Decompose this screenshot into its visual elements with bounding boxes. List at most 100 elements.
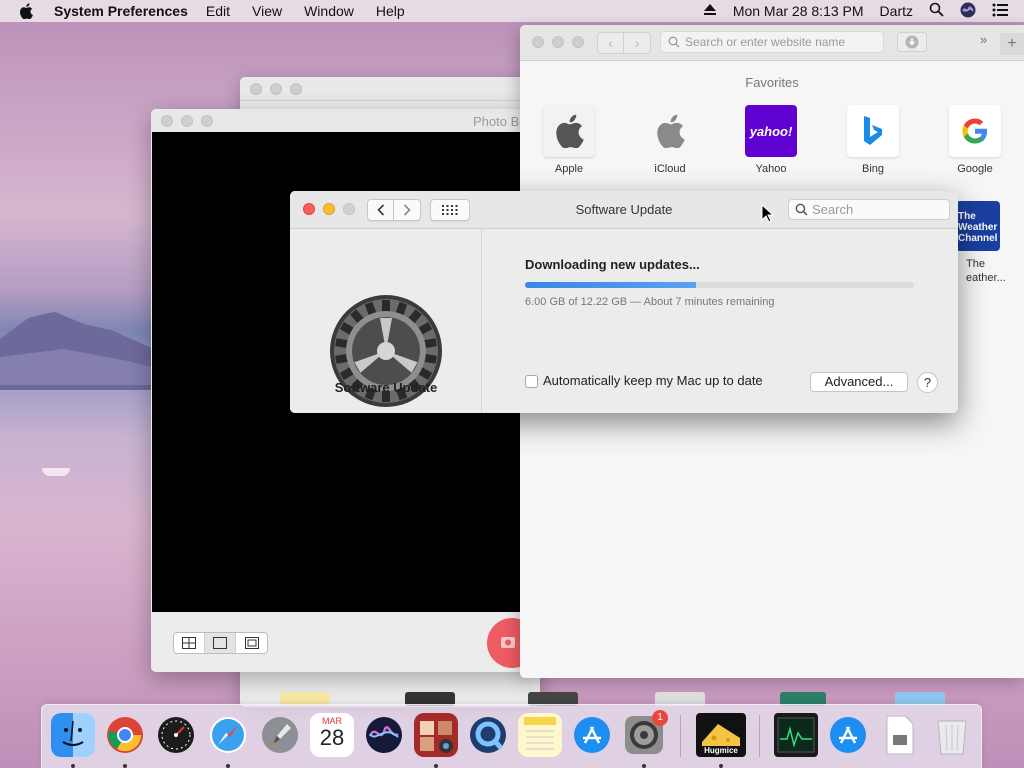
siri-icon[interactable] [960, 2, 976, 21]
download-progress-fill [525, 282, 697, 288]
overflow-chevron-icon[interactable]: » [980, 32, 987, 47]
calendar-day: 28 [319, 725, 345, 750]
yahoo-logo: yahoo! [745, 105, 797, 157]
grid-view-icon[interactable] [174, 633, 205, 653]
favorite-yahoo[interactable]: yahoo! Yahoo [735, 105, 807, 175]
chrome-icon[interactable] [103, 713, 147, 757]
auto-update-label[interactable]: Automatically keep my Mac up to date [543, 373, 763, 388]
auto-update-checkbox[interactable] [525, 375, 538, 388]
new-tab-button[interactable]: + [1000, 33, 1024, 55]
single-view-icon[interactable] [205, 633, 236, 653]
safari-icon[interactable] [206, 713, 250, 757]
address-bar[interactable]: Search or enter website name [660, 31, 884, 53]
quicktime-icon[interactable] [466, 713, 510, 757]
menu-bar: System Preferences Edit View Window Help… [0, 0, 1024, 22]
app-store-icon[interactable] [570, 713, 614, 757]
running-indicator [642, 764, 646, 768]
photo-booth-traffic-lights[interactable] [161, 115, 213, 127]
safari-toolbar: ‹ › Search or enter website name » + [520, 25, 1024, 61]
progress-detail: 6.00 GB of 12.22 GB — About 7 minutes re… [525, 296, 775, 308]
apple-icon [543, 105, 595, 157]
trash-icon[interactable] [930, 713, 974, 757]
activity-monitor-icon[interactable] [774, 713, 818, 757]
search-icon [668, 36, 680, 48]
favorite-label-line: The [966, 258, 985, 270]
search-field[interactable]: Search [788, 199, 950, 220]
running-indicator [434, 764, 438, 768]
safari-traffic-lights[interactable] [532, 36, 584, 48]
app-store-download-icon[interactable] [826, 713, 870, 757]
mouse-cursor-icon [761, 204, 775, 223]
bing-icon [847, 105, 899, 157]
advanced-button[interactable]: Advanced... [810, 372, 908, 392]
back-button[interactable]: ‹ [598, 33, 624, 53]
finder-icon[interactable] [51, 713, 95, 757]
software-update-window[interactable]: Software Update Search Software Update D… [290, 191, 958, 413]
hugmice-label: Hugmice [704, 746, 738, 755]
download-progress-bar [525, 282, 914, 288]
control-center-icon[interactable] [992, 3, 1008, 20]
favorite-label: Apple [554, 163, 584, 175]
forward-button[interactable]: › [624, 33, 650, 53]
notification-badge: 1 [652, 710, 668, 726]
menu-view[interactable]: View [252, 3, 282, 19]
running-indicator [71, 764, 75, 768]
photo-booth-titlebar[interactable]: Photo B [151, 109, 531, 132]
menu-window[interactable]: Window [304, 3, 354, 19]
favorite-weather-channel[interactable]: The Weather Channel The eather... [956, 201, 1016, 285]
menu-help[interactable]: Help [376, 3, 405, 19]
eject-icon[interactable] [703, 3, 717, 19]
menu-edit[interactable]: Edit [206, 3, 230, 19]
weather-channel-logo: The Weather Channel [956, 201, 1000, 251]
running-indicator [719, 764, 723, 768]
google-icon [949, 105, 1001, 157]
calendar-icon[interactable]: MAR 28 [310, 713, 354, 757]
view-mode-selector[interactable] [173, 632, 268, 654]
favorites-heading: Favorites [745, 75, 799, 90]
pane-label: Software Update [334, 380, 438, 395]
favorite-label: iCloud [654, 163, 686, 175]
downloads-button[interactable] [897, 32, 927, 52]
search-placeholder: Search [812, 202, 854, 217]
address-placeholder: Search or enter website name [685, 35, 846, 49]
running-indicator [226, 764, 230, 768]
download-icon [905, 35, 919, 49]
apple-icon [644, 105, 696, 157]
notes-icon[interactable] [518, 713, 562, 757]
search-icon [795, 203, 808, 216]
launchpad-icon[interactable] [258, 713, 302, 757]
dashboard-icon[interactable] [154, 713, 198, 757]
document-icon[interactable] [878, 713, 922, 757]
background-window-traffic-lights [250, 83, 302, 95]
dock-separator [759, 715, 760, 757]
photo-booth-title: Photo B [473, 114, 520, 129]
spotlight-icon[interactable] [929, 2, 944, 20]
apple-menu-icon[interactable] [19, 3, 39, 19]
background-window-titlebar[interactable] [240, 77, 540, 101]
favorite-label: Bing [861, 163, 885, 175]
safari-nav-buttons: ‹ › [597, 32, 651, 54]
favorite-label: Google [957, 163, 993, 175]
favorite-bing[interactable]: Bing [837, 105, 909, 175]
favorite-label: Yahoo [755, 163, 787, 175]
favorite-google[interactable]: Google [939, 105, 1011, 175]
menu-user[interactable]: Dartz [880, 3, 913, 19]
menu-clock[interactable]: Mon Mar 28 8:13 PM [733, 3, 864, 19]
software-update-sidebar: Software Update [290, 229, 482, 413]
help-button[interactable]: ? [917, 372, 938, 393]
photo-booth-toolbar [151, 612, 531, 672]
dock-separator [680, 715, 681, 757]
hugmice-icon[interactable]: Hugmice [696, 713, 746, 757]
favorite-label-line: eather... [966, 272, 1006, 284]
dock: MAR 28 1 Hugmice [41, 704, 982, 768]
wallpaper-boat [42, 468, 70, 476]
filmstrip-view-icon[interactable] [236, 633, 267, 653]
photo-booth-icon[interactable] [414, 713, 458, 757]
update-status-pane: Downloading new updates... 6.00 GB of 12… [483, 229, 958, 413]
favorite-apple[interactable]: Apple [533, 105, 605, 175]
menu-app-name[interactable]: System Preferences [54, 3, 188, 19]
siri-icon[interactable] [362, 713, 406, 757]
software-update-titlebar[interactable]: Software Update Search [290, 191, 958, 229]
status-heading: Downloading new updates... [525, 257, 700, 272]
favorite-icloud[interactable]: iCloud [634, 105, 706, 175]
